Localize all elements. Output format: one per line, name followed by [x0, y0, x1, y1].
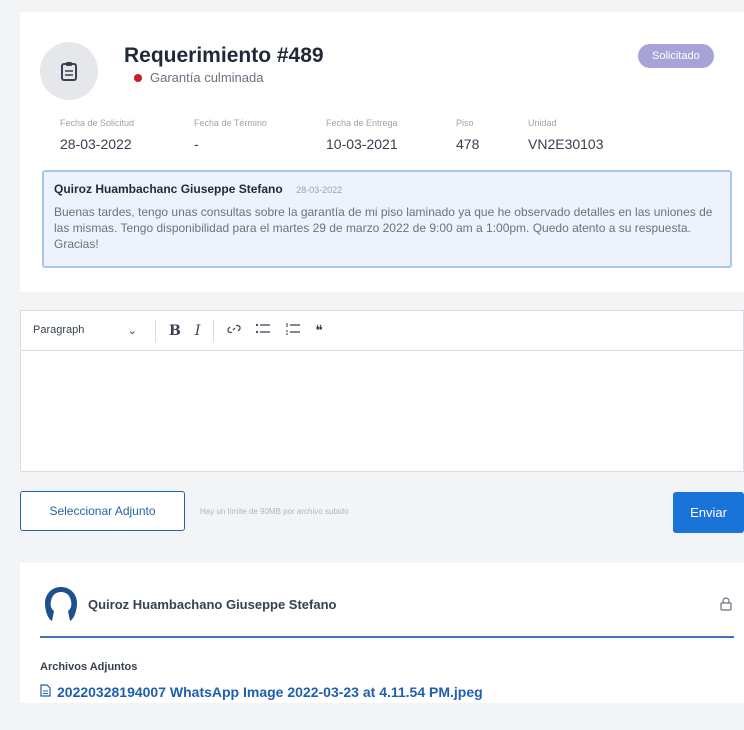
status-line: Garantía culminada	[134, 70, 263, 85]
field-label: Piso	[456, 118, 474, 128]
request-header-card: Requerimiento #489 Garantía culminada So…	[20, 12, 744, 292]
link-icon[interactable]	[220, 322, 248, 339]
comment-card: Quiroz Huambachano Giuseppe Stefano Arch…	[20, 563, 744, 703]
comment-date: 28-03-2022	[296, 185, 343, 195]
attachment-link[interactable]: 20220328194007 WhatsApp Image 2022-03-23…	[40, 684, 483, 700]
field-fecha-termino: Fecha de Término -	[194, 118, 267, 152]
request-title: Requerimiento #489	[124, 44, 324, 67]
field-value: 478	[456, 136, 480, 152]
field-piso: Piso 478	[456, 118, 479, 152]
field-label: Unidad	[528, 118, 557, 128]
field-value: 28-03-2022	[60, 136, 132, 152]
bold-button[interactable]: B	[162, 323, 188, 339]
select-attachment-button[interactable]: Seleccionar Adjunto	[20, 491, 185, 531]
field-fecha-entrega: Fecha de Entrega 10-03-2021	[326, 118, 398, 152]
rich-text-editor: Paragraph ⌄ B I ❝	[20, 310, 744, 472]
field-value: -	[194, 136, 199, 152]
comment-card-author: Quiroz Huambachano Giuseppe Stefano	[88, 597, 337, 612]
field-value: VN2E30103	[528, 136, 604, 152]
editor-text-area[interactable]	[21, 351, 743, 471]
paragraph-select-label: Paragraph	[33, 324, 85, 336]
italic-button[interactable]: I	[188, 323, 208, 339]
field-label: Fecha de Solicitud	[60, 118, 135, 128]
toolbar-divider	[213, 319, 215, 342]
user-avatar-icon	[40, 583, 82, 625]
first-comment: Quiroz Huambachanc Giuseppe Stefano 28-0…	[42, 170, 732, 268]
field-unidad: Unidad VN2E30103	[528, 118, 604, 152]
attachment-filename[interactable]: 20220328194007 WhatsApp Image 2022-03-23…	[57, 684, 483, 700]
field-value: 10-03-2021	[326, 136, 398, 152]
bullet-list-icon[interactable]	[248, 322, 278, 339]
editor-toolbar: Paragraph ⌄ B I ❝	[21, 311, 743, 351]
comment-author-line: Quiroz Huambachanc Giuseppe Stefano 28-0…	[54, 182, 720, 196]
lock-icon	[720, 597, 732, 616]
attachment-hint: Hay un límite de 90MB por archivo subido	[200, 507, 349, 516]
send-button[interactable]: Enviar	[673, 492, 744, 533]
file-icon	[40, 684, 51, 700]
field-label: Fecha de Entrega	[326, 118, 398, 128]
field-fecha-solicitud: Fecha de Solicitud 28-03-2022	[60, 118, 134, 152]
chevron-down-icon: ⌄	[127, 325, 137, 337]
toolbar-divider	[155, 319, 156, 342]
status-badge: Solicitado	[638, 44, 714, 68]
clipboard-icon	[40, 42, 98, 100]
paragraph-select[interactable]: Paragraph ⌄	[33, 324, 149, 337]
status-dot	[134, 73, 142, 82]
field-label: Fecha de Término	[194, 118, 267, 128]
quote-icon[interactable]: ❝	[308, 322, 330, 339]
attachments-label: Archivos Adjuntos	[40, 661, 138, 673]
status-text: Garantía culminada	[150, 70, 264, 85]
numbered-list-icon[interactable]	[278, 322, 308, 339]
comment-body: Buenas tardes, tengo unas consultas sobr…	[54, 205, 713, 251]
comment-author: Quiroz Huambachanc Giuseppe Stefano	[54, 182, 283, 196]
comment-divider	[40, 636, 734, 638]
